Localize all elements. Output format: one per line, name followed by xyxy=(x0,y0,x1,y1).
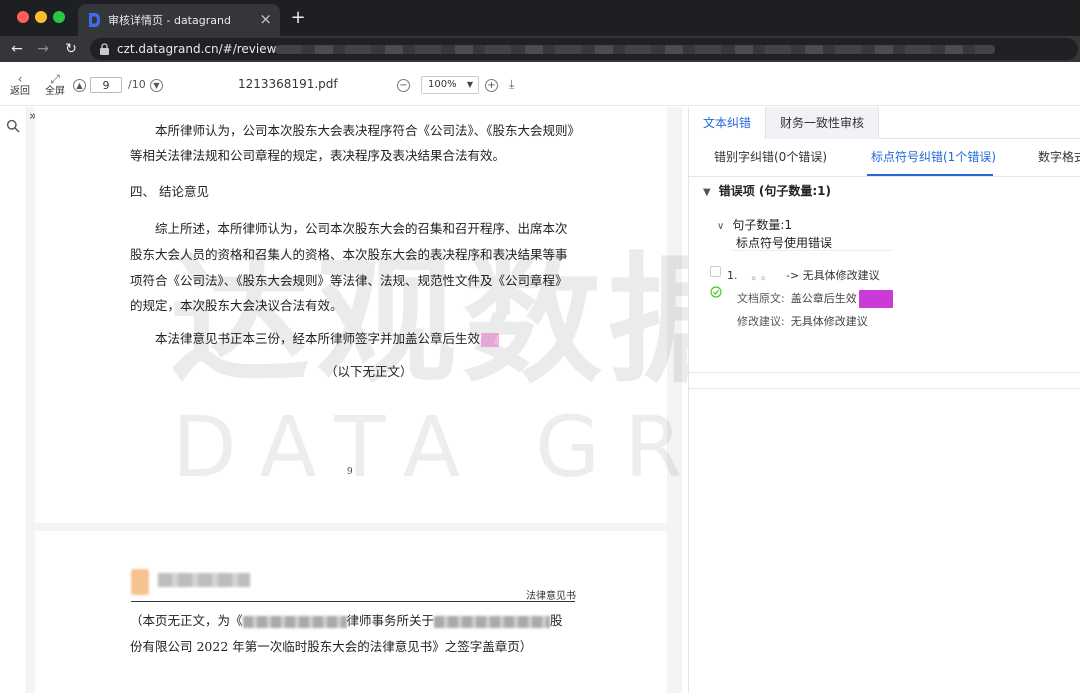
suggestion-label: 修改建议: xyxy=(737,315,785,328)
chevron-down-icon: ∨ xyxy=(717,221,725,232)
browser-tab-bar: 审核详情页 - datagrand × + xyxy=(0,0,1080,36)
pdf-page-9: 本所律师认为，公司本次股东大会表决程序符合《公司法》、《股东大会规则》 等相关法… xyxy=(35,107,667,523)
doc-line: 份有限公司 2022 年第一次临时股东大会的法律意见书》之签字盖章页） xyxy=(130,639,533,654)
fullscreen-button[interactable]: ⤢ 全屏 xyxy=(45,72,65,98)
zoom-in-icon[interactable]: + xyxy=(485,79,498,92)
tab-punctuation[interactable]: 标点符号纠错(1个错误) xyxy=(871,148,996,165)
reload-icon[interactable]: ↻ xyxy=(62,39,80,59)
close-window-button[interactable] xyxy=(17,11,29,23)
page-number: 9 xyxy=(347,467,353,477)
search-icon[interactable] xyxy=(6,119,20,133)
zoom-select[interactable]: 100% ▼ xyxy=(421,76,479,94)
group-title: 句子数量:1 xyxy=(732,218,793,232)
doc-line: （本页无正文，为《 律师事务所关于 股 xyxy=(130,613,563,629)
original-text-row: 文档原文: 盖公章后生效 xyxy=(737,290,893,308)
tab-text-correction[interactable]: 文本纠错 xyxy=(689,107,767,139)
header-divider xyxy=(131,601,575,602)
main-tabs: 文本纠错 财务一致性审核 xyxy=(689,107,1080,139)
browser-address-bar: ← → ↻ czt.datagrand.cn/#/review xyxy=(0,36,1080,62)
lock-icon xyxy=(100,43,109,55)
error-highlight[interactable] xyxy=(481,332,500,347)
page-down-icon[interactable]: ▼ xyxy=(150,79,163,92)
zoom-value: 100% xyxy=(428,79,457,90)
error-punctuation: 。。 xyxy=(751,269,776,282)
redacted-url xyxy=(275,45,995,54)
expand-icon: ⤢ xyxy=(50,72,60,86)
error-section-header[interactable]: ▼ 错误项 (句子数量:1) xyxy=(703,182,831,199)
sub-tabs: 错别字纠错(0个错误) 标点符号纠错(1个错误) 数字格式 xyxy=(689,139,1080,177)
error-checkbox[interactable] xyxy=(710,266,721,277)
section-title: 错误项 (句子数量:1) xyxy=(718,184,831,198)
close-tab-icon[interactable]: × xyxy=(259,10,272,28)
error-type-label: 标点符号使用错误 xyxy=(736,236,833,250)
review-panel: 文本纠错 财务一致性审核 错别字纠错(0个错误) 标点符号纠错(1个错误) 数字… xyxy=(688,107,1080,693)
doc-line: 等相关法律法规和公司章程的规定，表决程序及表决结果合法有效。 xyxy=(130,148,506,163)
active-tab-indicator xyxy=(867,174,993,176)
redacted-firm-name xyxy=(158,573,250,587)
redacted-text xyxy=(242,615,347,628)
doc-text-fragment: 股 xyxy=(550,613,563,628)
suggestion-text: 无具体修改建议 xyxy=(790,315,868,328)
chevron-left-icon: ‹ xyxy=(17,72,23,86)
document-viewer[interactable]: » 本所律师认为，公司本次股东大会表决程序符合《公司法》、《股东大会规则》 等相… xyxy=(27,107,682,693)
fullscreen-label: 全屏 xyxy=(45,86,65,97)
datagrand-logo-icon xyxy=(89,13,100,27)
tab-financial-consistency[interactable]: 财务一致性审核 xyxy=(766,107,880,139)
divider xyxy=(689,372,1080,373)
error-suggestion-summary: -> 无具体修改建议 xyxy=(786,269,880,282)
doc-text-fragment: 律师事务所关于 xyxy=(346,613,435,628)
zoom-out-icon[interactable]: − xyxy=(397,79,410,92)
doc-text-fragment: （本页无正文，为《 xyxy=(130,613,243,628)
back-button[interactable]: ‹ 返回 xyxy=(10,72,30,98)
doc-line: 本所律师认为，公司本次股东大会表决程序符合《公司法》、《股东大会规则》 xyxy=(155,123,581,138)
doc-line: 综上所述，本所律师认为，公司本次股东大会的召集和召开程序、出席本次 xyxy=(155,221,568,236)
forward-arrow-icon[interactable]: → xyxy=(34,39,52,59)
caret-down-icon: ▼ xyxy=(466,80,473,89)
check-circle-icon[interactable] xyxy=(710,286,722,298)
tab-title: 审核详情页 - datagrand xyxy=(108,14,231,27)
back-label: 返回 xyxy=(10,86,30,97)
url-text: czt.datagrand.cn/#/review xyxy=(117,42,277,56)
error-chip[interactable] xyxy=(858,290,893,308)
doc-line-flagged[interactable]: 本法律意见书正本三份，经本所律师签字并加盖公章后生效 xyxy=(155,331,500,347)
tab-number-format[interactable]: 数字格式 xyxy=(1038,148,1080,165)
doc-line: 股东大会人员的资格和召集人的资格、本次股东大会的表决程序和表决结果等事 xyxy=(130,247,568,262)
minimize-window-button[interactable] xyxy=(35,11,47,23)
redacted-text xyxy=(434,615,551,628)
page-header-title: 法律意见书 xyxy=(526,591,576,602)
suggestion-row: 修改建议: 无具体修改建议 xyxy=(737,313,868,329)
original-text: 盖公章后生效 xyxy=(790,292,857,305)
pdf-page-10: 法律意见书 （本页无正文，为《 律师事务所关于 股 份有限公司 2022 年第一次临… xyxy=(35,531,667,693)
page-number-input[interactable] xyxy=(90,77,122,93)
doc-line: （以下无正文） xyxy=(325,364,413,379)
doc-line: 项符合《公司法》、《股东大会规则》等法律、法规、规范性文件及《公司章程》 xyxy=(130,273,568,288)
maximize-window-button[interactable] xyxy=(53,11,65,23)
viewer-toolbar: ‹ 返回 ⤢ 全屏 ▲ /10 ▼ 1213368191.pdf − 100% … xyxy=(0,62,1080,106)
tab-typo[interactable]: 错别字纠错(0个错误) xyxy=(714,148,827,165)
flagged-sentence: 本法律意见书正本三份，经本所律师签字并加盖公章后生效 xyxy=(155,331,481,346)
original-label: 文档原文: xyxy=(737,292,785,305)
new-tab-button[interactable]: + xyxy=(288,7,308,29)
browser-tab[interactable]: 审核详情页 - datagrand × xyxy=(78,4,280,36)
error-index: 1. xyxy=(727,269,738,282)
divider xyxy=(689,388,1080,389)
url-input[interactable]: czt.datagrand.cn/#/review xyxy=(90,38,1078,60)
redacted-logo xyxy=(131,569,149,595)
doc-heading: 四、 结论意见 xyxy=(130,184,209,199)
error-item[interactable]: 1. 。。 -> 无具体修改建议 xyxy=(727,267,880,283)
doc-line: 的规定，本次股东大会决议合法有效。 xyxy=(130,298,343,313)
file-name: 1213368191.pdf xyxy=(238,77,338,91)
page-up-icon[interactable]: ▲ xyxy=(73,79,86,92)
left-rail xyxy=(0,107,27,693)
page-total: /10 xyxy=(128,78,146,91)
download-icon[interactable]: ⤓ xyxy=(509,77,514,92)
back-arrow-icon[interactable]: ← xyxy=(8,39,26,59)
caret-down-icon: ▼ xyxy=(703,187,711,198)
